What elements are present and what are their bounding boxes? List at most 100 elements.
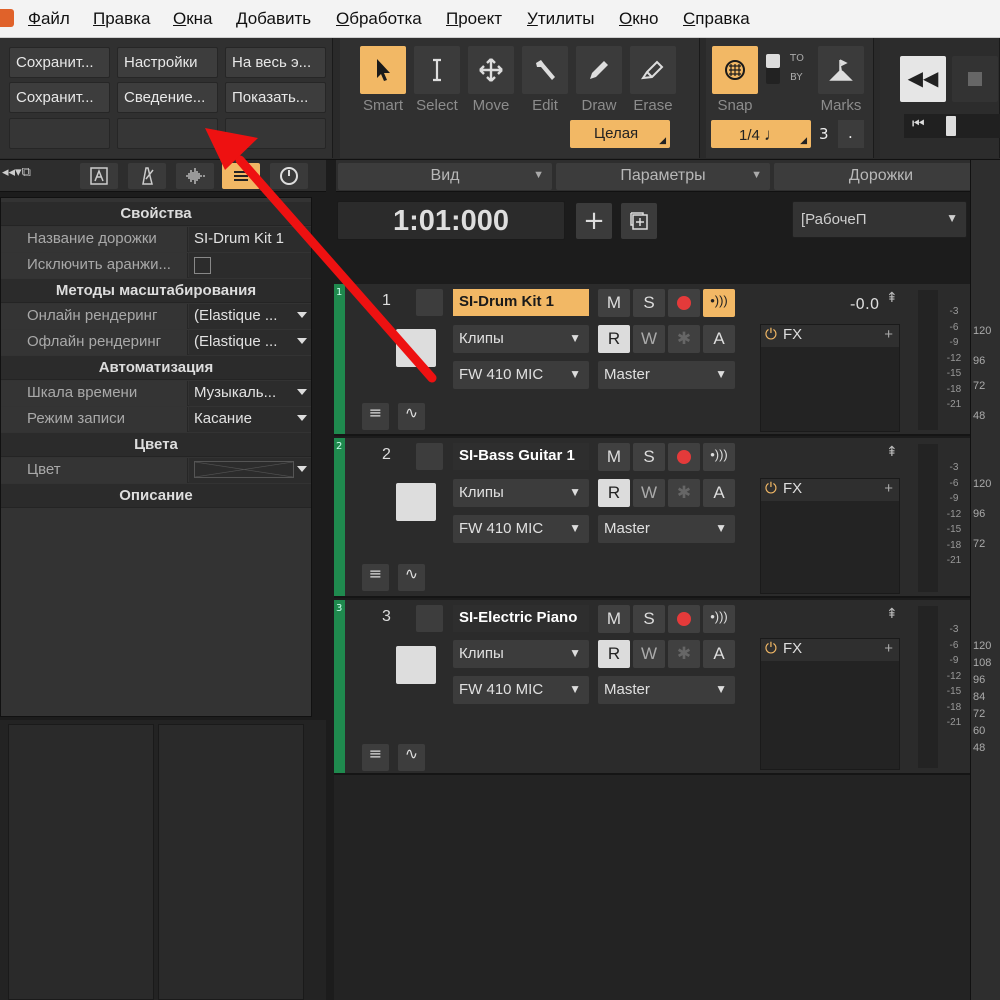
quick-fullscreen-button[interactable]: На весь э... (225, 47, 326, 78)
quick-empty-button[interactable] (117, 118, 218, 149)
track-list-button[interactable]: ≡ (362, 564, 389, 591)
output-dropdown[interactable]: Master ▼ (598, 361, 735, 389)
read-button[interactable]: R (598, 479, 630, 507)
instrument-keys-icon[interactable] (396, 483, 436, 521)
section-colors[interactable]: Цвета (1, 433, 311, 457)
expand-icon[interactable]: ⇞ (886, 606, 898, 622)
exclude-checkbox[interactable] (194, 257, 211, 274)
output-dropdown[interactable]: Master ▼ (598, 515, 735, 543)
menu-process[interactable]: Обработка (336, 9, 422, 29)
add-fx-icon[interactable]: + (884, 326, 893, 343)
instrument-keys-icon[interactable] (396, 329, 436, 367)
track-type-icon[interactable] (416, 443, 443, 470)
add-fx-icon[interactable]: + (884, 480, 893, 497)
tab-audio[interactable] (176, 163, 214, 189)
solo-button[interactable]: S (633, 289, 665, 317)
fx-insert-box[interactable]: ⏻ FX + (760, 638, 900, 770)
menu-utilities[interactable]: Утилиты (527, 9, 595, 29)
write-button[interactable]: W (633, 325, 665, 353)
automation-button[interactable]: ∿ (398, 403, 425, 430)
section-description[interactable]: Описание (1, 484, 311, 508)
snap-switch[interactable] (766, 54, 780, 84)
track-type-icon[interactable] (416, 605, 443, 632)
snap-value-dropdown[interactable]: 1/4 ♩ ◢ (711, 120, 811, 148)
solo-button[interactable]: S (633, 443, 665, 471)
rewind-button[interactable]: ◀◀ (900, 56, 946, 102)
view-menu[interactable]: Вид ▼ (338, 163, 552, 190)
track-3[interactable]: 3 3 SI-Electric Piano M S •))) ⇞ Клипы ▼ … (334, 600, 970, 775)
clips-dropdown[interactable]: Клипы ▼ (453, 479, 589, 507)
tab-tempo[interactable] (270, 163, 308, 189)
quick-save2-button[interactable]: Сохранит... (9, 82, 110, 113)
online-render-dropdown[interactable]: (Elastique ... (189, 304, 311, 329)
track-name[interactable]: SI-Electric Piano (453, 605, 589, 632)
fx-insert-box[interactable]: ⏻ FX + (760, 478, 900, 594)
menu-windows[interactable]: Окна (173, 9, 213, 29)
volume-readout[interactable]: -0.0 (850, 295, 879, 313)
monitor-button[interactable]: •))) (703, 289, 735, 317)
record-mode-dropdown[interactable]: Касание (189, 407, 311, 432)
timecode-display[interactable]: 1:01:000 (337, 201, 565, 240)
section-automation[interactable]: Автоматизация (1, 356, 311, 380)
menu-file[interactable]: Файл (28, 9, 70, 29)
write-button[interactable]: W (633, 479, 665, 507)
link-button[interactable]: ✱ (668, 640, 700, 668)
stop-button[interactable] (952, 56, 998, 102)
read-button[interactable]: R (598, 325, 630, 353)
mute-button[interactable]: M (598, 605, 630, 633)
track-list-button[interactable]: ≡ (362, 744, 389, 771)
menu-project[interactable]: Проект (446, 9, 502, 29)
tracks-menu[interactable]: Дорожки▼ (774, 163, 988, 190)
offline-render-dropdown[interactable]: (Elastique ... (189, 330, 311, 355)
tab-properties[interactable] (222, 163, 260, 189)
power-icon[interactable]: ⏻ (765, 480, 777, 497)
input-dropdown[interactable]: FW 410 MIC ▼ (453, 676, 589, 704)
input-dropdown[interactable]: FW 410 MIC ▼ (453, 361, 589, 389)
record-arm-button[interactable] (668, 289, 700, 317)
quick-mixdown-button[interactable]: Сведение... (117, 82, 218, 113)
record-arm-button[interactable] (668, 443, 700, 471)
quick-empty-button[interactable] (225, 118, 326, 149)
quick-settings-button[interactable]: Настройки (117, 47, 218, 78)
tab-instrument[interactable] (80, 163, 118, 189)
tool-erase[interactable]: Erase (628, 46, 678, 128)
monitor-button[interactable]: •))) (703, 443, 735, 471)
track-name[interactable]: SI-Drum Kit 1 (453, 289, 589, 316)
add-track-button[interactable]: + (576, 203, 612, 239)
tool-move[interactable]: Move (466, 46, 516, 128)
marks-button[interactable]: Marks (816, 46, 866, 128)
monitor-button[interactable]: •))) (703, 605, 735, 633)
input-dropdown[interactable]: FW 410 MIC ▼ (453, 515, 589, 543)
mute-button[interactable]: M (598, 443, 630, 471)
add-folder-button[interactable] (621, 203, 657, 239)
track-type-icon[interactable] (416, 289, 443, 316)
menu-add[interactable]: Добавить (236, 9, 311, 29)
write-button[interactable]: W (633, 640, 665, 668)
fx-insert-box[interactable]: ⏻ FX + (760, 324, 900, 432)
tool-smart[interactable]: Smart (358, 46, 408, 128)
auto-button[interactable]: A (703, 325, 735, 353)
add-fx-icon[interactable]: + (884, 640, 893, 657)
track-name-field[interactable]: SI-Drum Kit 1 (189, 227, 311, 252)
quick-show-button[interactable]: Показать... (225, 82, 326, 113)
expand-icon[interactable]: ⇞ (886, 290, 898, 306)
snap-toggle[interactable]: Snap (710, 46, 760, 128)
tool-select[interactable]: Select (412, 46, 462, 128)
automation-button[interactable]: ∿ (398, 744, 425, 771)
collapse-icon[interactable]: ◂◂▾⧉ (2, 165, 31, 180)
output-dropdown[interactable]: Master ▼ (598, 676, 735, 704)
menu-help[interactable]: Справка (683, 9, 750, 29)
power-icon[interactable]: ⏻ (765, 640, 777, 657)
link-button[interactable]: ✱ (668, 325, 700, 353)
automation-button[interactable]: ∿ (398, 564, 425, 591)
section-properties[interactable]: Свойства (1, 202, 311, 226)
record-arm-button[interactable] (668, 605, 700, 633)
auto-button[interactable]: A (703, 479, 735, 507)
triplet-button[interactable]: 3 (814, 120, 836, 148)
quick-empty-button[interactable] (9, 118, 110, 149)
clips-dropdown[interactable]: Клипы ▼ (453, 640, 589, 668)
menu-window[interactable]: Окно (619, 9, 659, 29)
clips-dropdown[interactable]: Клипы ▼ (453, 325, 589, 353)
slider-thumb[interactable] (946, 116, 956, 136)
position-slider[interactable]: ⏮ (904, 114, 1000, 138)
